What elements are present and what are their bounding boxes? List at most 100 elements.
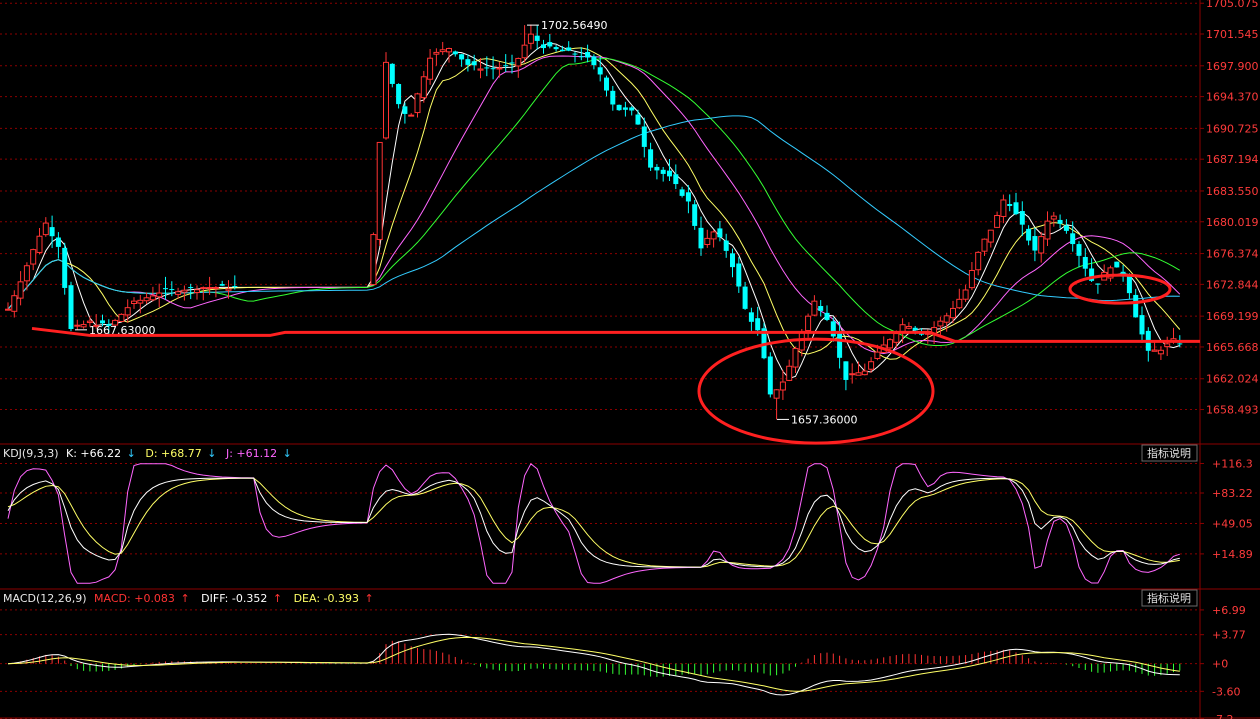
candle-body-down xyxy=(484,67,490,69)
price-tick-label: 1669.199 xyxy=(1206,310,1259,323)
candle-body-down xyxy=(49,227,55,237)
kdj-k-value: K: +66.22 xyxy=(66,447,121,460)
candle-body-up xyxy=(975,251,982,271)
candle-body-down xyxy=(622,107,628,110)
macd-tick-label: -7.2 xyxy=(1212,713,1233,719)
candle-body-up xyxy=(131,300,137,304)
candle-body-down xyxy=(648,149,654,168)
candle-body-up xyxy=(950,307,956,319)
candle-body-up xyxy=(874,351,881,359)
candle-body-down xyxy=(509,62,515,64)
price-tick-label: 1662.024 xyxy=(1206,373,1259,386)
candle-body-down xyxy=(679,189,685,196)
candle-body-down xyxy=(566,47,572,51)
candle-body-up xyxy=(805,315,812,332)
candle-body-up xyxy=(496,67,503,70)
candle-body-down xyxy=(1013,202,1019,215)
candle-body-down xyxy=(629,107,635,111)
candle-body-down xyxy=(1007,204,1013,206)
candle-body-down xyxy=(685,192,691,202)
candle-body-up xyxy=(200,287,207,290)
candle-body-down xyxy=(824,312,830,320)
candle-body-down xyxy=(723,240,729,251)
candle-body-up xyxy=(849,373,856,376)
macd-help-button[interactable]: 指标说明 xyxy=(1141,589,1198,607)
candle-body-down xyxy=(837,333,843,358)
candle-body-up xyxy=(956,298,963,309)
candle-body-down xyxy=(730,253,735,268)
kdj-tick-label: +49.05 xyxy=(1212,517,1253,530)
candle-body-down xyxy=(55,237,61,247)
candle-body-up xyxy=(420,76,427,99)
macd-help-button-label: 指标说明 xyxy=(1147,591,1191,605)
candle-body-up xyxy=(156,292,163,298)
candle-body-up xyxy=(773,389,780,399)
kdj-tick-label: +83.22 xyxy=(1212,487,1253,500)
candle-body-down xyxy=(1133,294,1139,318)
candle-body-up xyxy=(987,229,994,243)
candle-body-up xyxy=(439,49,446,53)
candle-body-up xyxy=(212,286,219,289)
candle-body-down xyxy=(1070,233,1076,245)
chart-stage: 1705.075 1701.545 1697.900 1694.370 1690.725… xyxy=(0,0,1260,719)
candle-body-up xyxy=(181,289,188,293)
candle-body-up xyxy=(899,324,906,332)
candle-body-down xyxy=(736,263,742,287)
candle-body-down xyxy=(1126,276,1132,294)
kdj-d-line xyxy=(7,477,1180,568)
candle-body-up xyxy=(792,348,799,368)
candle-body-up xyxy=(710,231,717,240)
candle-body-down xyxy=(163,288,168,290)
kdj-help-button-label: 指标说明 xyxy=(1147,446,1191,460)
price-tick-label: 1665.668 xyxy=(1206,341,1259,354)
candle-body-down xyxy=(465,59,471,65)
candle-body-up xyxy=(30,249,37,265)
candle-body-up xyxy=(383,61,389,139)
candle-body-up xyxy=(861,370,868,376)
candle-body-down xyxy=(585,51,591,58)
candle-body-down xyxy=(1082,256,1088,269)
candle-body-down xyxy=(541,44,546,49)
candle-body-up xyxy=(786,365,793,381)
macd-legend: MACD(12,26,9) MACD: +0.083 ↑ DIFF: -0.35… xyxy=(3,592,374,605)
candle-body-up xyxy=(80,324,87,328)
candle-body-down xyxy=(1063,225,1069,231)
candle-body-up xyxy=(477,68,484,71)
kdj-k-line xyxy=(7,477,1180,568)
candle-body-up xyxy=(206,287,213,290)
price-tick-label: 1680.019 xyxy=(1206,216,1259,229)
candle-body-down xyxy=(610,90,616,105)
candle-body-up xyxy=(1164,343,1171,348)
macd-dea-value: DEA: -0.393 xyxy=(294,592,359,605)
candle-body-up xyxy=(1038,236,1045,254)
candle-body-down xyxy=(692,204,698,226)
candle-body-down xyxy=(1177,343,1183,345)
price-tick-label: 1697.900 xyxy=(1206,60,1259,73)
macd-arrow: ↑ xyxy=(180,592,189,605)
candle-body-up xyxy=(149,295,156,301)
candle-body-down xyxy=(843,361,849,380)
candle-body-up xyxy=(887,339,893,349)
candle-body-down xyxy=(559,49,565,52)
candle-body-up xyxy=(137,299,144,304)
macd-tick-label: +6.99 xyxy=(1212,604,1246,617)
candle-body-up xyxy=(811,300,818,316)
macd-label: MACD(12,26,9) xyxy=(3,592,87,605)
candle-body-up xyxy=(143,297,150,302)
candle-body-up xyxy=(994,214,1001,228)
candle-body-up xyxy=(376,141,383,240)
candle-body-up xyxy=(175,291,182,295)
kdj-help-button[interactable]: 指标说明 xyxy=(1141,444,1198,462)
candle-body-down xyxy=(62,247,68,288)
kdj-k-arrow: ↓ xyxy=(127,447,136,460)
candle-body-down xyxy=(389,63,395,84)
candle-body-up xyxy=(704,237,711,246)
kdj-d-arrow: ↓ xyxy=(207,447,216,460)
candle-body-down xyxy=(534,35,540,41)
candle-body-up xyxy=(5,308,11,311)
macd-value: MACD: +0.083 xyxy=(94,592,175,605)
kdj-label: KDJ(9,3,3) xyxy=(3,447,59,460)
candle-body-up xyxy=(74,324,81,327)
candle-body-up xyxy=(23,265,30,282)
candle-body-down xyxy=(660,169,666,174)
